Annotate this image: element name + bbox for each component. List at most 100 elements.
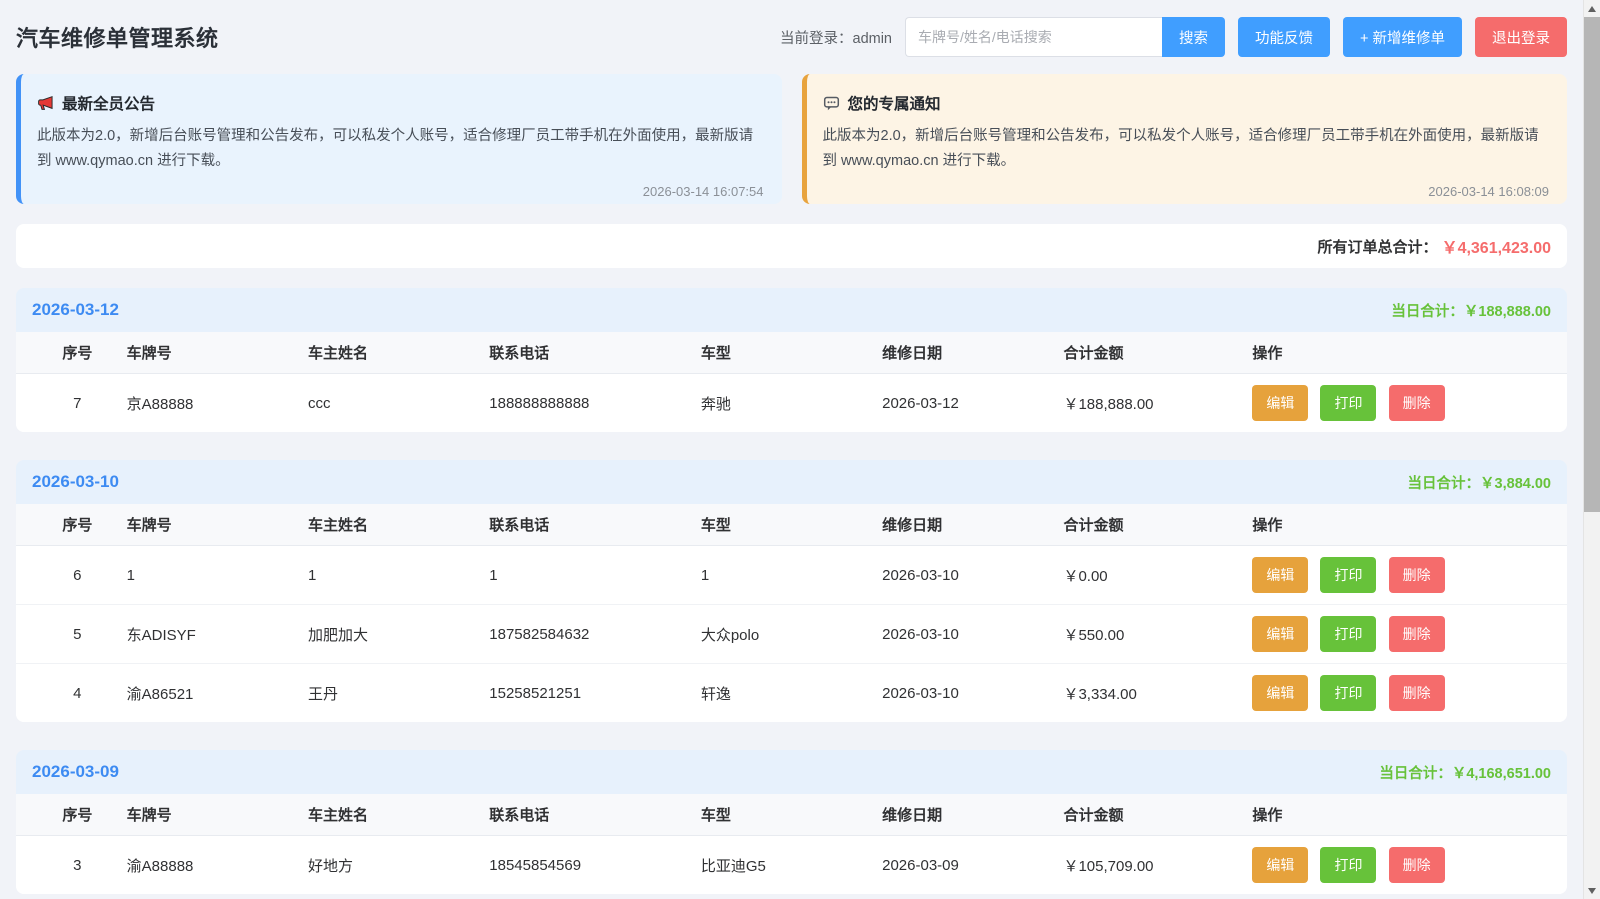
table-header-row: 序号 车牌号 车主姓名 联系电话 车型 维修日期 合计金额 操作: [16, 504, 1567, 546]
column-header: 联系电话: [489, 517, 550, 534]
current-login: 当前登录：admin: [780, 27, 892, 48]
print-button[interactable]: 打印: [1320, 675, 1377, 711]
print-button[interactable]: 打印: [1320, 847, 1377, 883]
cell-actions: 编辑 打印 删除: [1252, 675, 1547, 711]
column-header: 车型: [700, 345, 731, 362]
day-date: 2026-03-10: [32, 472, 119, 491]
edit-button[interactable]: 编辑: [1252, 616, 1309, 652]
table-row: 5 东ADISYF 加肥加大 187582584632 大众polo 2026-…: [16, 605, 1567, 664]
delete-button[interactable]: 删除: [1388, 557, 1445, 593]
cell-owner: 王丹: [307, 685, 338, 703]
day-section: 2026-03-12 当日合计：￥188,888.00 序号 车牌号 车主姓名 联系电…: [16, 288, 1567, 432]
day-table: 序号 车牌号 车主姓名 联系电话 车型 维修日期 合计金额 操作 3 渝A88888 好地方 …: [16, 794, 1567, 894]
cell-plate: 渝A86521: [126, 685, 194, 703]
cell-phone: 188888888888: [489, 394, 590, 412]
column-header: 操作: [1252, 345, 1283, 362]
table-row: 3 渝A88888 好地方 18545854569 比亚迪G5 2026-03-…: [16, 836, 1567, 894]
table-header-row: 序号 车牌号 车主姓名 联系电话 车型 维修日期 合计金额 操作: [16, 332, 1567, 374]
announcement-timestamp: 2026-03-14 16:07:54: [642, 183, 764, 199]
day-table: 序号 车牌号 车主姓名 联系电话 车型 维修日期 合计金额 操作 7 京A88888 ccc …: [16, 332, 1567, 432]
cell-plate: 京A88888: [126, 395, 194, 413]
current-user: admin: [852, 30, 893, 47]
daily-total: 当日合计：￥188,888.00: [1391, 303, 1551, 320]
feedback-button[interactable]: 功能反馈: [1238, 17, 1330, 57]
notice-row: 最新全员公告 此版本为2.0，新增后台账号管理和公告发布，可以私发个人账号，适合…: [16, 74, 1567, 204]
cell-actions: 编辑 打印 删除: [1252, 557, 1547, 593]
day-date: 2026-03-12: [32, 300, 119, 319]
cell-date: 2026-03-10: [882, 684, 959, 702]
delete-button[interactable]: 删除: [1388, 847, 1445, 883]
cell-owner: ccc: [307, 394, 331, 412]
vertical-scrollbar[interactable]: [1583, 0, 1600, 899]
column-header: 车型: [700, 807, 731, 824]
personal-notice-card: 您的专属通知 此版本为2.0，新增后台账号管理和公告发布，可以私发个人账号，适合…: [801, 74, 1567, 204]
cell-seq: 7: [73, 394, 82, 412]
column-header: 维修日期: [882, 807, 943, 824]
column-header: 合计金额: [1063, 807, 1124, 824]
day-header: 2026-03-09 当日合计：￥4,168,651.00: [16, 750, 1567, 794]
grand-total-amount: ￥4,361,423.00: [1441, 240, 1551, 257]
daily-total: 当日合计：￥3,884.00: [1407, 475, 1551, 492]
edit-button[interactable]: 编辑: [1252, 557, 1309, 593]
cell-plate: 东ADISYF: [126, 626, 196, 644]
delete-button[interactable]: 删除: [1388, 616, 1445, 652]
cell-plate: 1: [126, 566, 135, 584]
cell-model: 大众polo: [700, 626, 760, 644]
table-body: 6 1 1 1 1 2026-03-10 ￥0.00 编辑 打印 删除 5 东A…: [16, 546, 1567, 722]
column-header: 车牌号: [126, 517, 172, 534]
page-title: 汽车维修单管理系统: [16, 26, 219, 51]
edit-button[interactable]: 编辑: [1252, 847, 1309, 883]
column-header: 合计金额: [1063, 517, 1124, 534]
cell-phone: 18545854569: [489, 856, 582, 874]
column-header: 操作: [1252, 807, 1283, 824]
grand-total-card: 所有订单总合计： ￥4,361,423.00: [16, 224, 1567, 268]
scrollbar-thumb[interactable]: [1584, 17, 1600, 512]
logout-button[interactable]: 退出登录: [1475, 17, 1567, 57]
announcement-title-row: 最新全员公告: [37, 92, 764, 114]
search-button[interactable]: 搜索: [1162, 17, 1225, 57]
delete-button[interactable]: 删除: [1388, 675, 1445, 711]
daily-total: 当日合计：￥4,168,651.00: [1379, 765, 1551, 782]
cell-model: 比亚迪G5: [700, 857, 766, 875]
cell-phone: 15258521251: [489, 684, 582, 702]
edit-button[interactable]: 编辑: [1252, 385, 1309, 421]
print-button[interactable]: 打印: [1320, 616, 1377, 652]
announcement-card: 最新全员公告 此版本为2.0，新增后台账号管理和公告发布，可以私发个人账号，适合…: [16, 74, 782, 204]
table-body: 3 渝A88888 好地方 18545854569 比亚迪G5 2026-03-…: [16, 836, 1567, 894]
table-row: 6 1 1 1 1 2026-03-10 ￥0.00 编辑 打印 删除: [16, 546, 1567, 605]
cell-model: 1: [700, 566, 710, 584]
column-header: 维修日期: [882, 517, 943, 534]
column-header: 车牌号: [126, 345, 172, 362]
delete-button[interactable]: 删除: [1388, 385, 1445, 421]
top-bar: 汽车维修单管理系统 当前登录：admin 搜索 功能反馈 + 新增维修单 退出登…: [16, 0, 1567, 74]
cell-amount: ￥0.00: [1063, 567, 1108, 585]
cell-phone: 1: [489, 566, 498, 584]
cell-seq: 4: [73, 684, 82, 702]
add-repair-order-button[interactable]: + 新增维修单: [1343, 17, 1462, 57]
print-button[interactable]: 打印: [1320, 557, 1377, 593]
column-header: 车主姓名: [307, 345, 368, 362]
table-row: 4 渝A86521 王丹 15258521251 轩逸 2026-03-10 ￥…: [16, 664, 1567, 722]
day-header: 2026-03-12 当日合计：￥188,888.00: [16, 288, 1567, 332]
edit-button[interactable]: 编辑: [1252, 675, 1309, 711]
day-date: 2026-03-09: [32, 762, 119, 781]
column-header: 联系电话: [489, 345, 550, 362]
grand-total-label: 所有订单总合计：: [1317, 238, 1438, 256]
main-content: 汽车维修单管理系统 当前登录：admin 搜索 功能反馈 + 新增维修单 退出登…: [0, 0, 1583, 899]
announcement-title: 最新全员公告: [62, 96, 156, 113]
cell-model: 轩逸: [700, 685, 731, 703]
cell-seq: 6: [73, 566, 82, 584]
column-header: 车主姓名: [307, 807, 368, 824]
print-button[interactable]: 打印: [1320, 385, 1377, 421]
cell-model: 奔驰: [700, 395, 731, 413]
cell-owner: 好地方: [307, 857, 353, 875]
day-table: 序号 车牌号 车主姓名 联系电话 车型 维修日期 合计金额 操作 6 1 1 1 1 2026…: [16, 504, 1567, 722]
personal-notice-title-row: 您的专属通知: [823, 92, 1550, 114]
scroll-up-arrow-icon[interactable]: [1584, 0, 1600, 17]
cell-date: 2026-03-10: [882, 625, 959, 643]
megaphone-icon: [37, 95, 54, 112]
cell-date: 2026-03-10: [882, 566, 959, 584]
search-input[interactable]: [905, 17, 1162, 57]
table-row: 7 京A88888 ccc 188888888888 奔驰 2026-03-12…: [16, 374, 1567, 432]
scroll-down-arrow-icon[interactable]: [1584, 882, 1600, 899]
